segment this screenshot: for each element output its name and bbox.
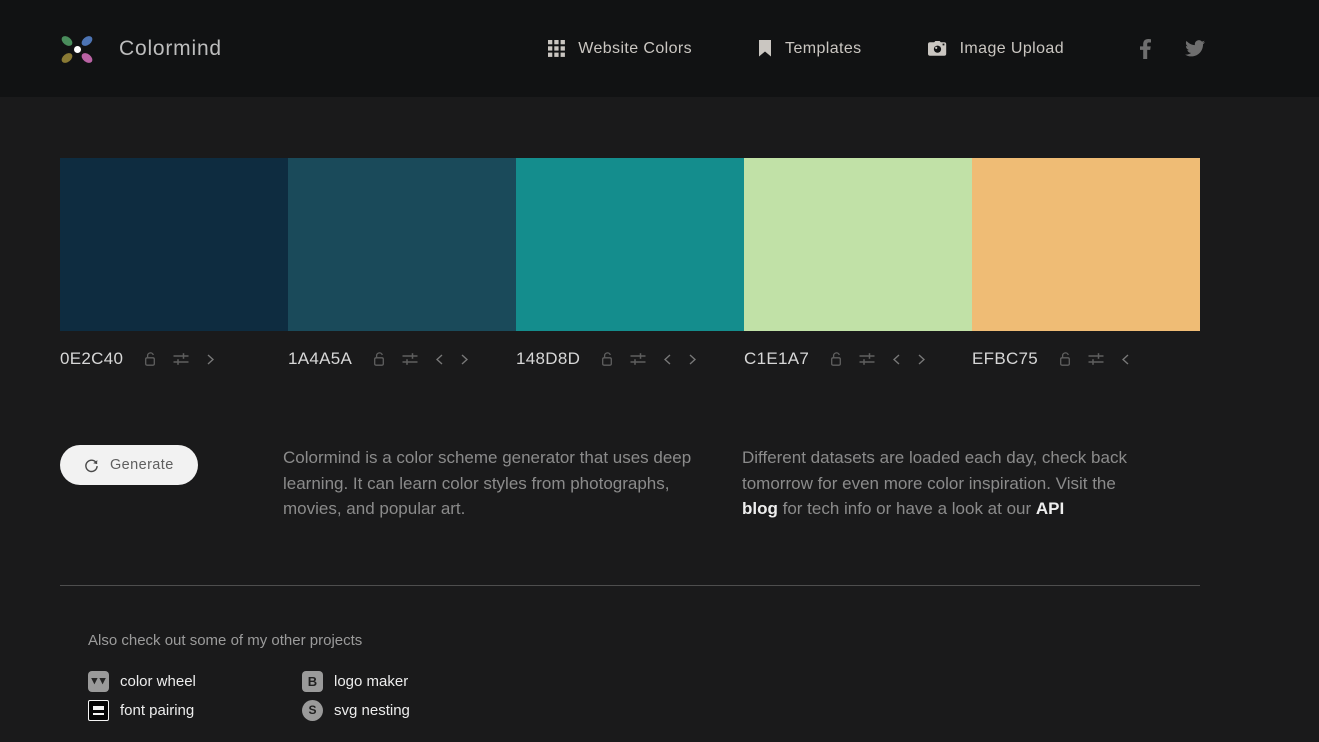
twitter-icon[interactable] [1185, 40, 1205, 57]
project-label: svg nesting [334, 701, 410, 719]
bookmark-icon [758, 40, 772, 57]
datasets-paragraph: Different datasets are loaded each day, … [742, 445, 1142, 522]
chevron-left-icon[interactable] [664, 353, 671, 365]
hex-code: 0E2C40 [60, 349, 124, 368]
lock-icon[interactable] [600, 351, 614, 367]
logo-dot-center [74, 45, 81, 53]
hex-code: EFBC75 [972, 349, 1039, 368]
lock-icon[interactable] [1058, 351, 1072, 367]
main-nav: Website Colors Templates Image Upload [548, 40, 1064, 58]
generate-column: Generate [60, 445, 283, 522]
nav-image-upload[interactable]: Image Upload [927, 39, 1064, 58]
camera-icon [927, 40, 947, 57]
swatch-controls-5: EFBC75 [972, 331, 1200, 387]
logo-dot-blue [79, 33, 95, 48]
datasets-column: Different datasets are loaded each day, … [742, 445, 1142, 522]
generate-label: Generate [110, 457, 174, 473]
project-font-pairing[interactable]: font pairing [88, 696, 302, 725]
project-label: font pairing [120, 701, 195, 719]
main-content: 0E2C40 1A4A5A 148D8D C1E1A7 EFBC75 Gener… [60, 158, 1200, 725]
color-palette [60, 158, 1200, 331]
chevron-right-icon[interactable] [689, 353, 697, 365]
font-pairing-icon [88, 699, 109, 721]
adjust-sliders-icon[interactable] [1088, 352, 1104, 366]
refresh-icon [84, 458, 99, 473]
intro-paragraph: Colormind is a color scheme generator th… [283, 448, 692, 518]
social-links [1140, 38, 1205, 59]
logo-dot-pink [79, 50, 95, 65]
logo-dot-olive [59, 50, 75, 65]
section-divider [60, 584, 1200, 586]
adjust-sliders-icon[interactable] [402, 352, 418, 366]
chevron-left-icon[interactable] [1122, 353, 1129, 365]
intro-column: Colormind is a color scheme generator th… [283, 445, 742, 522]
generate-button[interactable]: Generate [60, 445, 198, 485]
api-link[interactable]: API [1036, 499, 1064, 518]
nav-label: Image Upload [959, 39, 1064, 57]
nav-label: Templates [785, 39, 862, 57]
project-svg-nesting[interactable]: S svg nesting [302, 696, 1200, 725]
lock-icon[interactable] [372, 351, 386, 367]
svg-nesting-icon: S [302, 699, 323, 721]
swatch-4[interactable] [744, 158, 972, 331]
datasets-text-1: Different datasets are loaded each day, … [742, 448, 1127, 493]
brand-name: Colormind [119, 36, 222, 60]
hex-code: 148D8D [516, 349, 581, 368]
adjust-sliders-icon[interactable] [173, 352, 189, 366]
lock-icon[interactable] [143, 351, 157, 367]
facebook-icon[interactable] [1140, 38, 1151, 59]
swatch-3[interactable] [516, 158, 744, 331]
swatch-5[interactable] [972, 158, 1200, 331]
swatch-controls-4: C1E1A7 [744, 331, 972, 387]
nav-label: Website Colors [578, 39, 693, 57]
project-label: color wheel [120, 672, 196, 690]
swatch-2[interactable] [288, 158, 516, 331]
about-section: Generate Colormind is a color scheme gen… [60, 445, 1200, 522]
swatch-controls-2: 1A4A5A [288, 331, 516, 387]
lock-icon[interactable] [829, 351, 843, 367]
swatch-controls-row: 0E2C40 1A4A5A 148D8D C1E1A7 EFBC75 [60, 331, 1200, 387]
blog-link[interactable]: blog [742, 499, 778, 518]
adjust-sliders-icon[interactable] [859, 352, 875, 366]
grid-icon [548, 40, 566, 57]
brand[interactable]: Colormind [57, 29, 222, 69]
font-pairing-bar [93, 712, 104, 715]
chevron-left-icon[interactable] [436, 353, 443, 365]
other-projects-heading: Also check out some of my other projects [88, 631, 363, 649]
swatch-1[interactable] [60, 158, 288, 331]
adjust-sliders-icon[interactable] [630, 352, 646, 366]
chevron-right-icon[interactable] [918, 353, 926, 365]
header: Colormind Website Colors Templates Image… [0, 0, 1319, 97]
swatch-controls-3: 148D8D [516, 331, 744, 387]
nav-website-colors[interactable]: Website Colors [548, 40, 692, 58]
projects-list: color wheel font pairing B logo maker S … [88, 667, 1200, 725]
logo-maker-icon: B [302, 670, 323, 692]
chevron-right-icon[interactable] [207, 353, 215, 365]
hex-code: 1A4A5A [288, 349, 353, 368]
color-wheel-icon [88, 670, 109, 692]
project-color-wheel[interactable]: color wheel [88, 667, 302, 696]
nav-templates[interactable]: Templates [758, 40, 862, 58]
chevron-right-icon[interactable] [461, 353, 469, 365]
swatch-controls-1: 0E2C40 [60, 331, 288, 387]
other-projects-section: Also check out some of my other projects… [60, 632, 1200, 725]
colormind-logo-icon [57, 29, 97, 69]
logo-dot-green [59, 33, 75, 48]
chevron-left-icon[interactable] [893, 353, 900, 365]
project-logo-maker[interactable]: B logo maker [302, 667, 1200, 696]
hex-code: C1E1A7 [744, 349, 810, 368]
font-pairing-bar [93, 705, 104, 710]
datasets-text-2: for tech info or have a look at our [777, 499, 1036, 518]
project-label: logo maker [334, 672, 409, 690]
